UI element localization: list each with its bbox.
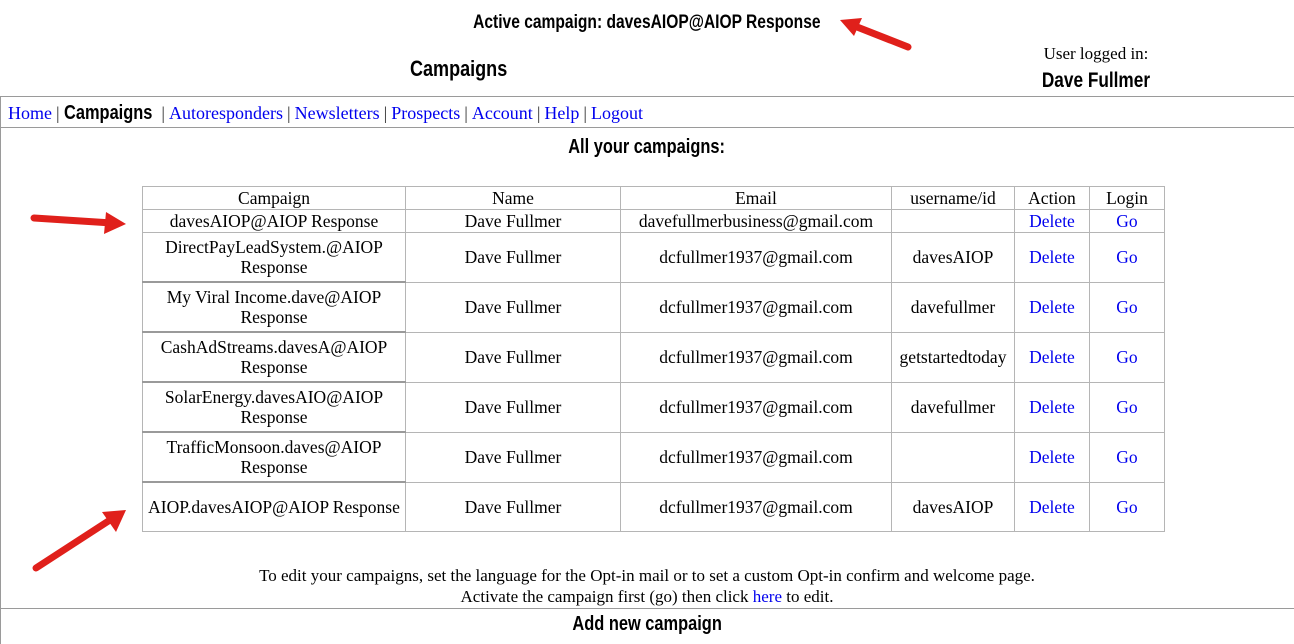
email-cell: dcfullmer1937@gmail.com [620,431,892,483]
arrow-annotation-icon [32,510,126,572]
username-cell: getstartedtoday [891,331,1015,383]
username-cell [891,209,1015,233]
campaigns-table: Campaign Name Email username/id Action L… [142,186,1165,532]
divider [0,127,1294,128]
col-header-login: Login [1089,186,1165,210]
col-header-username: username/id [891,186,1015,210]
user-name: Dave Fullmer [1041,69,1151,92]
table-row: AIOP.davesAIOP@AIOP Response Dave Fullme… [142,481,1165,532]
campaign-cell: davesAIOP@AIOP Response [142,209,406,233]
username-cell [891,431,1015,483]
name-cell: Dave Fullmer [405,331,621,383]
delete-link[interactable]: Delete [1029,397,1075,417]
campaigns-table-wrap: Campaign Name Email username/id Action L… [142,186,1165,532]
nav-newsletters[interactable]: Newsletters [295,103,380,123]
delete-link[interactable]: Delete [1029,447,1075,467]
login-cell: Go [1089,331,1165,383]
arrow-annotation-icon [840,18,912,51]
login-cell: Go [1089,209,1165,233]
name-cell: Dave Fullmer [405,381,621,433]
nav-account[interactable]: Account [472,103,533,123]
name-cell: Dave Fullmer [405,232,621,283]
nav-home[interactable]: Home [8,103,52,123]
col-header-email: Email [620,186,892,210]
col-header-action: Action [1014,186,1090,210]
name-cell: Dave Fullmer [405,431,621,483]
go-link[interactable]: Go [1116,247,1137,267]
delete-link[interactable]: Delete [1029,211,1075,231]
table-header-row: Campaign Name Email username/id Action L… [142,186,1165,210]
divider [0,608,1294,609]
email-cell: dcfullmer1937@gmail.com [620,232,892,283]
go-link[interactable]: Go [1116,347,1137,367]
email-cell: dcfullmer1937@gmail.com [620,381,892,433]
table-row: davesAIOP@AIOP Response Dave Fullmer dav… [142,209,1165,233]
action-cell: Delete [1014,481,1090,532]
main-nav: Home | Campaigns | Autoresponders | Newsletter… [8,102,644,124]
action-cell: Delete [1014,331,1090,383]
go-link[interactable]: Go [1116,447,1137,467]
delete-link[interactable]: Delete [1029,247,1075,267]
email-cell: dcfullmer1937@gmail.com [620,481,892,532]
table-row: My Viral Income.dave@AIOP Response Dave … [142,281,1165,333]
col-header-name: Name [405,186,621,210]
nav-autoresponders[interactable]: Autoresponders [169,103,283,123]
login-cell: Go [1089,381,1165,433]
username-cell: davesAIOP [891,481,1015,532]
username-cell: davefullmer [891,281,1015,333]
delete-link[interactable]: Delete [1029,297,1075,317]
nav-help[interactable]: Help [544,103,579,123]
table-row: CashAdStreams.davesA@AIOP Response Dave … [142,331,1165,383]
table-row: TrafficMonsoon.daves@AIOP Response Dave … [142,431,1165,483]
go-link[interactable]: Go [1116,497,1137,517]
go-link[interactable]: Go [1116,397,1137,417]
name-cell: Dave Fullmer [405,281,621,333]
delete-link[interactable]: Delete [1029,497,1075,517]
login-cell: Go [1089,431,1165,483]
instructions-line-1: To edit your campaigns, set the language… [259,566,1035,585]
username-cell: davefullmer [891,381,1015,433]
campaign-cell: DirectPayLeadSystem.@AIOP Response [142,232,406,283]
campaign-cell: AIOP.davesAIOP@AIOP Response [142,481,406,532]
action-cell: Delete [1014,281,1090,333]
name-cell: Dave Fullmer [405,209,621,233]
campaign-cell: CashAdStreams.davesA@AIOP Response [142,331,406,383]
go-link[interactable]: Go [1116,211,1137,231]
here-link[interactable]: here [753,587,782,606]
nav-campaigns-current: Campaigns [63,102,153,124]
nav-prospects[interactable]: Prospects [391,103,460,123]
user-logged-in-label: User logged in: [1043,44,1149,63]
email-cell: dcfullmer1937@gmail.com [620,331,892,383]
campaign-cell: TrafficMonsoon.daves@AIOP Response [142,431,406,483]
action-cell: Delete [1014,209,1090,233]
col-header-campaign: Campaign [142,186,406,210]
add-campaign-title: Add new campaign [572,613,722,635]
nav-logout[interactable]: Logout [591,103,643,123]
active-campaign-title: Active campaign: davesAIOP@AIOP Response [473,12,821,33]
login-cell: Go [1089,232,1165,283]
email-cell: dcfullmer1937@gmail.com [620,281,892,333]
name-cell: Dave Fullmer [405,481,621,532]
action-cell: Delete [1014,431,1090,483]
page-title: Campaigns [410,56,508,81]
left-border [0,96,1,644]
action-cell: Delete [1014,381,1090,433]
email-cell: davefullmerbusiness@gmail.com [620,209,892,233]
delete-link[interactable]: Delete [1029,347,1075,367]
divider [0,96,1294,97]
go-link[interactable]: Go [1116,297,1137,317]
section-title: All your campaigns: [568,136,726,158]
username-cell: davesAIOP [891,232,1015,283]
table-row: SolarEnergy.davesAIO@AIOP Response Dave … [142,381,1165,433]
table-row: DirectPayLeadSystem.@AIOP Response Dave … [142,232,1165,283]
action-cell: Delete [1014,232,1090,283]
login-cell: Go [1089,481,1165,532]
campaign-cell: SolarEnergy.davesAIO@AIOP Response [142,381,406,433]
login-cell: Go [1089,281,1165,333]
edit-instructions: To edit your campaigns, set the language… [0,565,1294,607]
campaign-cell: My Viral Income.dave@AIOP Response [142,281,406,333]
arrow-annotation-icon [30,212,126,234]
instructions-line-2: Activate the campaign first (go) then cl… [460,587,834,606]
